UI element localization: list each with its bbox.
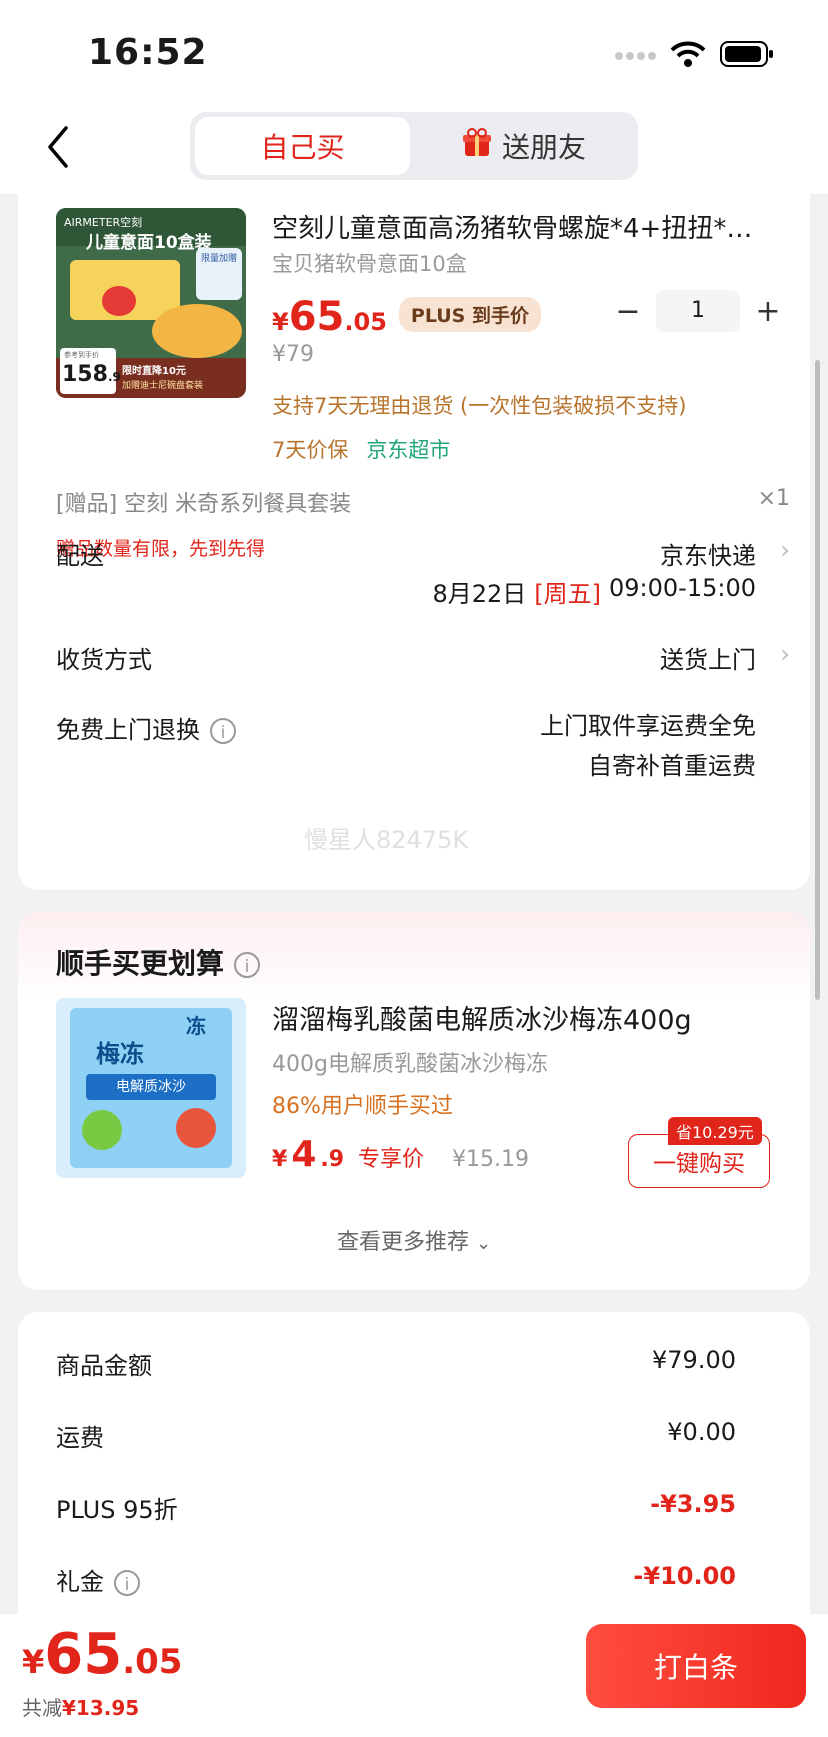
chevron-down-icon: ⌄ xyxy=(475,1233,492,1254)
gift-item-name: [赠品] 空刻 米奇系列餐具套装 xyxy=(56,492,352,517)
exclusive-price-tag: 专享价 xyxy=(358,1147,425,1172)
status-time: 16:52 xyxy=(88,32,208,73)
delivery-weekday: [周五] xyxy=(534,580,601,608)
info-icon[interactable]: i xyxy=(114,1570,140,1596)
free-return-line2: 自寄补首重运费 xyxy=(588,752,756,780)
product-spec: 宝贝猪软骨意面10盒 xyxy=(272,252,467,276)
receive-method-label: 收货方式 xyxy=(56,646,152,674)
product-image[interactable]: AIRMETER空刻 儿童意面10盒装 限量加赠 参考到手价 158 .9 限时… xyxy=(56,208,246,398)
chevron-right-icon: › xyxy=(780,536,790,564)
recommend-card: 顺手买更划算 i 梅冻 冻 电解质冰沙 溜溜梅乳酸菌电解质冰沙梅冻400g 400… xyxy=(18,912,810,1290)
pay-button[interactable]: 打白条 xyxy=(586,1624,806,1708)
fee-value: -¥10.00 xyxy=(633,1562,736,1590)
store-tag: 京东超市 xyxy=(366,438,451,462)
checkout-bar: ¥ 65 .05 共减¥13.95 打白条 xyxy=(0,1614,828,1737)
delivery-slot: 8月22日 [周五] 09:00-15:00 xyxy=(432,574,756,609)
decrease-button[interactable]: − xyxy=(608,294,648,329)
info-icon[interactable]: i xyxy=(210,718,236,744)
fee-value: ¥79.00 xyxy=(652,1346,736,1374)
quantity-stepper: − 1 + xyxy=(608,290,788,332)
watermark: 慢星人82475K xyxy=(304,826,469,854)
tab-send-to-friend[interactable]: 送朋友 xyxy=(415,117,633,175)
total-price: ¥ 65 .05 xyxy=(22,1622,183,1687)
battery-icon xyxy=(720,41,774,71)
free-return-line1: 上门取件享运费全免 xyxy=(540,712,756,740)
delivery-row[interactable]: 京东快递 › 8月22日 [周五] 09:00-15:00 xyxy=(18,524,810,614)
scrollbar[interactable] xyxy=(815,360,820,1000)
service-tags: 7天价保 京东超市 xyxy=(272,434,450,464)
fee-value: ¥0.00 xyxy=(667,1418,736,1446)
order-item-card: AIRMETER空刻 儿童意面10盒装 限量加赠 参考到手价 158 .9 限时… xyxy=(18,194,810,890)
tab-send-to-friend-label: 送朋友 xyxy=(501,131,586,164)
free-return-label: 免费上门退换 i xyxy=(56,710,236,745)
info-icon[interactable]: i xyxy=(234,952,261,978)
fee-value: -¥3.95 xyxy=(650,1490,736,1518)
wifi-icon xyxy=(670,40,706,72)
price-protect-tag: 7天价保 xyxy=(272,438,349,462)
back-arrow-icon[interactable] xyxy=(44,122,74,172)
nav-bar: 自己买 送朋友 xyxy=(0,100,828,194)
product-title[interactable]: 空刻儿童意面高汤猪软骨螺旋*4+扭扭*… xyxy=(272,208,792,245)
receive-method-value: 送货上门 xyxy=(660,646,756,674)
status-bar: 16:52 xyxy=(0,0,828,100)
fee-label: 商品金额 xyxy=(56,1352,152,1380)
save-badge: 省10.29元 xyxy=(668,1117,762,1145)
chevron-right-icon: › xyxy=(780,640,790,668)
fee-label: PLUS 95折 xyxy=(56,1496,178,1524)
recommend-image[interactable]: 梅冻 冻 电解质冰沙 xyxy=(56,998,246,1178)
gift-icon xyxy=(462,127,492,165)
delivery-date: 8月22日 xyxy=(432,580,527,608)
gift-item-qty: ×1 xyxy=(757,486,790,511)
recommend-item-title[interactable]: 溜溜梅乳酸菌电解质冰沙梅冻400g xyxy=(272,998,692,1037)
fee-label: 礼金 i xyxy=(56,1562,140,1597)
gift-item: [赠品] 空刻 米奇系列餐具套装 ×1 xyxy=(56,486,790,518)
delivery-time: 09:00-15:00 xyxy=(609,574,756,602)
original-price: ¥79 xyxy=(272,342,314,367)
recommend-item-stat: 86%用户顺手买过 xyxy=(272,1094,453,1119)
receive-method-row[interactable]: 收货方式 送货上门 › xyxy=(18,634,810,678)
total-saved: 共减¥13.95 xyxy=(22,1696,140,1720)
buy-mode-switch: 自己买 送朋友 xyxy=(190,112,638,180)
fee-label: 运费 xyxy=(56,1424,104,1452)
product-price: ¥ 65 .05 PLUS 到手价 xyxy=(272,294,541,340)
recommend-item-price: ¥ 4 .9 专享价 ¥15.19 xyxy=(272,1134,530,1175)
recommend-title: 顺手买更划算 i xyxy=(56,942,261,982)
increase-button[interactable]: + xyxy=(748,294,788,329)
return-policy: 支持7天无理由退货 (一次性包装破损不支持) xyxy=(272,394,687,418)
signal-icon xyxy=(614,47,656,66)
recommend-orig-price: ¥15.19 xyxy=(452,1147,530,1172)
tab-buy-for-self[interactable]: 自己买 xyxy=(195,117,410,175)
more-recommend-link[interactable]: 查看更多推荐 ⌄ xyxy=(18,1224,810,1256)
delivery-carrier: 京东快递 xyxy=(660,542,756,570)
quantity-input[interactable]: 1 xyxy=(656,290,740,332)
plus-price-badge: PLUS 到手价 xyxy=(398,297,541,332)
recommend-item-spec: 400g电解质乳酸菌冰沙梅冻 xyxy=(272,1052,548,1077)
